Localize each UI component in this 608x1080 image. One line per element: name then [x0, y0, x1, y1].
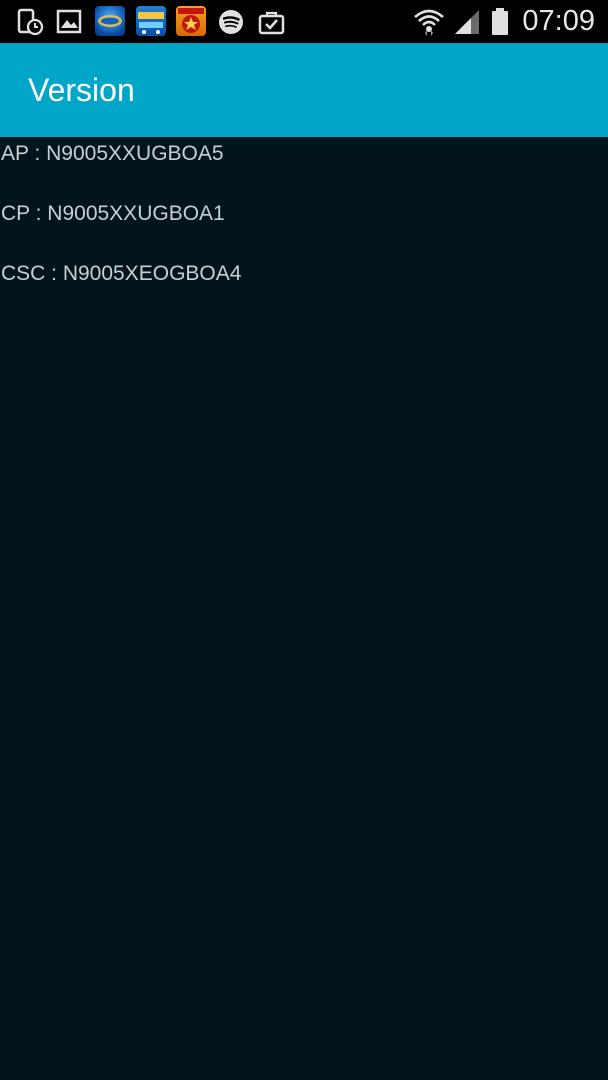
casino-game-icon	[176, 6, 206, 36]
csc-version-text: CSC : N9005XEOGBOA4	[1, 262, 242, 285]
wifi-icon	[414, 9, 444, 36]
bingo-game-2-icon	[136, 6, 166, 36]
battery-icon	[492, 8, 508, 35]
status-bar: 07:09	[0, 0, 608, 43]
shopping-bag-icon	[258, 11, 285, 35]
status-time: 07:09	[522, 5, 595, 37]
cp-version-text: CP : N9005XXUGBOA1	[1, 202, 225, 225]
version-list: AP : N9005XXUGBOA5 CP : N9005XXUGBOA1 CS…	[0, 137, 608, 1080]
signal-icon	[455, 10, 479, 34]
bingo-game-icon	[95, 6, 125, 36]
page-title: Version	[28, 72, 135, 108]
spotify-icon	[219, 10, 243, 34]
gallery-icon	[56, 9, 82, 34]
ap-version-text: AP : N9005XXUGBOA5	[1, 142, 224, 165]
screenshot-timer-icon	[17, 8, 44, 36]
app-bar: Version	[0, 43, 608, 137]
